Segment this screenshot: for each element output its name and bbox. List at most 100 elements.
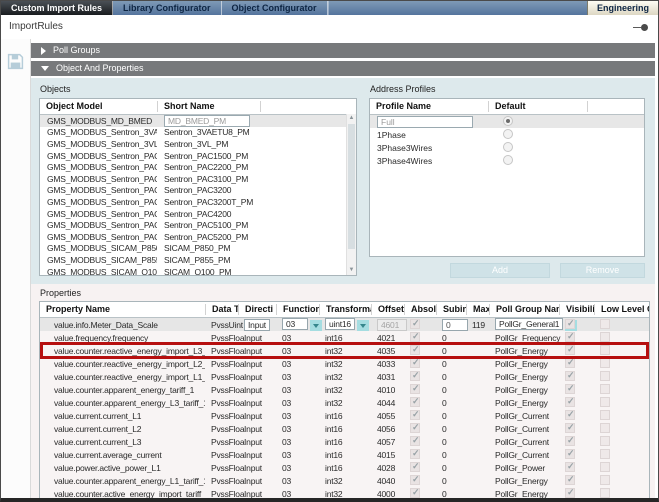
short-name-cell[interactable]: Sentron_PAC1500_PM bbox=[157, 151, 260, 161]
short-name-cell[interactable]: Sentron_PAC4200 bbox=[157, 209, 260, 219]
object-row[interactable]: GMS_MODBUS_Sentron_PAC1500 Sentron_PAC15… bbox=[40, 150, 356, 162]
low-level-comp-checkbox[interactable] bbox=[600, 345, 610, 355]
poll-group-cell[interactable]: PollGr_Energy bbox=[489, 476, 559, 486]
absolute-checkbox[interactable] bbox=[410, 332, 420, 342]
property-row[interactable]: value.counter.apparent_energy_tariff_1 P… bbox=[40, 383, 649, 396]
visibility-checkbox[interactable] bbox=[565, 410, 575, 420]
subindex-cell[interactable]: 0 bbox=[436, 319, 466, 331]
direction-cell[interactable]: Input bbox=[238, 385, 276, 395]
function-cell[interactable]: 03 bbox=[276, 450, 319, 460]
subindex-cell[interactable]: 0 bbox=[436, 424, 466, 434]
profile-name-cell[interactable]: 1Phase bbox=[370, 130, 488, 140]
transformation-cell[interactable]: uint16 bbox=[319, 318, 371, 330]
property-row[interactable]: value.counter.active_energy_import_tarif… bbox=[40, 487, 649, 500]
column-header-default[interactable]: Default bbox=[488, 101, 587, 112]
column-header-data-type[interactable]: Data Ty bbox=[205, 304, 238, 315]
low-level-comp-checkbox[interactable] bbox=[600, 488, 610, 498]
tab-library-configurator[interactable]: Library Configurator bbox=[113, 1, 222, 15]
object-row[interactable]: GMS_MODBUS_Sentron_PAC3100 Sentron_PAC31… bbox=[40, 173, 356, 185]
short-name-cell[interactable]: Sentron_PAC5200_PM bbox=[157, 232, 260, 242]
property-row[interactable]: value.counter.apparent_energy_L3_tariff_… bbox=[40, 396, 649, 409]
subindex-cell[interactable]: 0 bbox=[436, 411, 466, 421]
subindex-cell[interactable]: 0 bbox=[436, 489, 466, 499]
property-row[interactable]: value.current.average_current PvssFloa I… bbox=[40, 448, 649, 461]
low-level-comp-checkbox[interactable] bbox=[600, 449, 610, 459]
direction-cell[interactable]: Input bbox=[238, 333, 276, 343]
direction-cell[interactable]: Input bbox=[238, 476, 276, 486]
low-level-comp-checkbox[interactable] bbox=[600, 423, 610, 433]
direction-cell[interactable]: Input bbox=[238, 319, 276, 331]
visibility-checkbox[interactable] bbox=[565, 358, 575, 368]
short-name-cell[interactable]: Sentron_PAC3200 bbox=[157, 185, 260, 195]
property-row[interactable]: value.current.current_L2 PvssFloa Input … bbox=[40, 422, 649, 435]
short-name-cell[interactable]: Sentron_PAC3100_PM bbox=[157, 174, 260, 184]
default-radio[interactable] bbox=[503, 155, 513, 165]
object-row[interactable]: GMS_MODBUS_Sentron_3VL Sentron_3VL_PM bbox=[40, 138, 356, 150]
save-button[interactable] bbox=[7, 53, 24, 70]
tab-custom-import-rules[interactable]: Custom Import Rules bbox=[1, 1, 113, 15]
objects-scrollbar[interactable]: ▲ ▼ bbox=[346, 114, 356, 275]
column-header-offset[interactable]: Offset bbox=[371, 304, 404, 315]
direction-cell[interactable]: Input bbox=[238, 450, 276, 460]
function-cell[interactable]: 03 bbox=[276, 437, 319, 447]
function-cell[interactable]: 03 bbox=[276, 411, 319, 421]
section-header-poll-groups[interactable]: Poll Groups bbox=[31, 43, 655, 58]
scroll-down-icon[interactable]: ▼ bbox=[347, 266, 356, 275]
visibility-checkbox[interactable] bbox=[565, 475, 575, 485]
absolute-checkbox[interactable] bbox=[410, 371, 420, 381]
column-header-transformation[interactable]: Transforma bbox=[319, 304, 371, 315]
transformation-cell[interactable]: int16 bbox=[319, 463, 371, 473]
subindex-cell[interactable]: 0 bbox=[436, 450, 466, 460]
direction-cell[interactable]: Input bbox=[238, 463, 276, 473]
poll-group-cell[interactable]: PollGr_Frequency bbox=[489, 333, 559, 343]
add-button[interactable]: Add bbox=[450, 263, 550, 278]
low-level-comp-checkbox[interactable] bbox=[600, 475, 610, 485]
property-row[interactable]: value.frequency.frequency PvssFloa Input… bbox=[40, 331, 649, 344]
direction-cell[interactable]: Input bbox=[238, 424, 276, 434]
transformation-cell[interactable]: int32 bbox=[319, 398, 371, 408]
default-radio[interactable] bbox=[503, 142, 513, 152]
column-header-profile-name[interactable]: Profile Name bbox=[370, 101, 488, 112]
function-cell[interactable]: 03 bbox=[276, 333, 319, 343]
function-cell[interactable]: 03 bbox=[276, 476, 319, 486]
profile-name-cell[interactable]: 3Phase3Wires bbox=[370, 143, 488, 153]
transformation-cell[interactable]: int32 bbox=[319, 489, 371, 499]
direction-cell[interactable]: Input bbox=[238, 398, 276, 408]
poll-group-cell[interactable]: PollGr_Energy bbox=[489, 489, 559, 499]
absolute-checkbox[interactable] bbox=[410, 475, 420, 485]
subindex-cell[interactable]: 0 bbox=[436, 333, 466, 343]
low-level-comp-checkbox[interactable] bbox=[600, 319, 610, 329]
function-cell[interactable]: 03 bbox=[276, 359, 319, 369]
short-name-cell[interactable]: SICAM_P855_PM bbox=[157, 255, 260, 265]
visibility-checkbox[interactable] bbox=[565, 384, 575, 394]
low-level-comp-checkbox[interactable] bbox=[600, 371, 610, 381]
visibility-checkbox[interactable] bbox=[565, 449, 575, 459]
poll-group-cell[interactable]: PollGr_Energy bbox=[489, 398, 559, 408]
transformation-cell[interactable]: int16 bbox=[319, 411, 371, 421]
subindex-cell[interactable]: 0 bbox=[436, 359, 466, 369]
visibility-checkbox[interactable] bbox=[565, 397, 575, 407]
visibility-checkbox[interactable] bbox=[565, 345, 575, 355]
function-cell[interactable]: 03 bbox=[276, 372, 319, 382]
object-row[interactable]: GMS_MODBUS_SICAM_Q100 SICAM_Q100_PM bbox=[40, 266, 356, 276]
short-name-cell[interactable]: Sentron_3VL_PM bbox=[157, 139, 260, 149]
function-cell[interactable]: 03 bbox=[276, 318, 319, 330]
short-name-cell[interactable]: Sentron_PAC2200_PM bbox=[157, 162, 260, 172]
property-row[interactable]: value.counter.reactive_energy_import_L1_… bbox=[40, 370, 649, 383]
scrollbar-thumb[interactable] bbox=[348, 124, 355, 249]
default-radio[interactable] bbox=[503, 129, 513, 139]
absolute-checkbox[interactable] bbox=[410, 462, 420, 472]
short-name-cell[interactable]: Sentron_PAC3200T_PM bbox=[157, 197, 260, 207]
poll-group-cell[interactable]: PollGr_Energy bbox=[489, 359, 559, 369]
transformation-cell[interactable]: int32 bbox=[319, 372, 371, 382]
direction-cell[interactable]: Input bbox=[238, 359, 276, 369]
column-header-short-name[interactable]: Short Name bbox=[157, 101, 260, 112]
short-name-cell[interactable]: Sentron_PAC5100_PM bbox=[157, 220, 260, 230]
profile-name-cell[interactable]: Full bbox=[370, 116, 488, 128]
dropdown-arrow-icon[interactable] bbox=[310, 320, 322, 331]
short-name-cell[interactable]: Sentron_3VAETU8_PM bbox=[157, 127, 260, 137]
subindex-cell[interactable]: 0 bbox=[436, 385, 466, 395]
dropdown-arrow-icon[interactable] bbox=[357, 320, 369, 331]
object-row[interactable]: GMS_MODBUS_Sentron_PAC3200T Sentron_PAC3… bbox=[40, 196, 356, 208]
short-name-cell[interactable]: SICAM_P850_PM bbox=[157, 243, 260, 253]
